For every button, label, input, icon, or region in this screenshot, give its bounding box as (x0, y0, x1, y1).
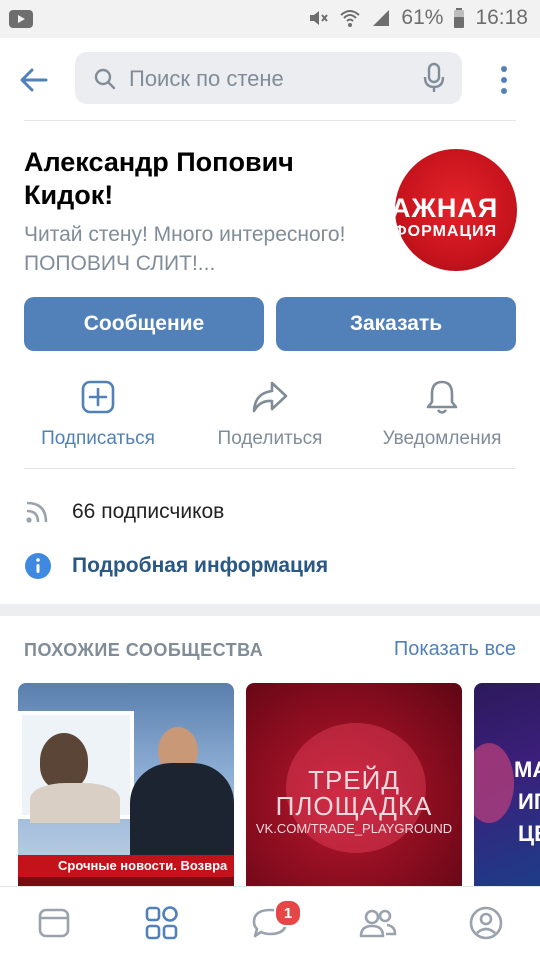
group-title: Александр Попович Кидок! (24, 147, 294, 210)
community-card[interactable]: ТРЕЙД ПЛОЩАДКА VK.COM/TRADE_PLAYGROUND (246, 683, 462, 893)
messages-tab-icon[interactable]: 1 (250, 899, 302, 943)
plus-square-icon (13, 372, 183, 422)
notifications-action[interactable]: Уведомления (357, 372, 527, 450)
battery-percent: 61% (401, 6, 444, 29)
messages-badge: 1 (274, 899, 302, 927)
subscribe-action[interactable]: Подписаться (13, 372, 183, 450)
card-banner: Срочные новости. Возвра (18, 855, 234, 877)
card-text-3: VK.COM/TRADE_PLAYGROUND (255, 821, 453, 836)
card-anchor-suit (130, 763, 234, 863)
clock: 16:18 (475, 6, 528, 29)
services-tab-icon[interactable] (142, 903, 182, 943)
show-all-link[interactable]: Показать все (394, 638, 516, 661)
search-input[interactable]: Поиск по стене (75, 52, 462, 104)
card-art (474, 743, 514, 823)
community-card[interactable]: Срочные новости. Возвра (18, 683, 234, 893)
card-text-2: ПЛОЩАДКА (275, 791, 433, 821)
group-avatar[interactable]: АЖНАЯ ФОРМАЦИЯ (395, 149, 517, 271)
similar-title: ПОХОЖИЕ СООБЩЕСТВА (24, 640, 264, 660)
divider (24, 468, 516, 469)
order-button[interactable]: Заказать (276, 297, 516, 351)
message-button[interactable]: Сообщение (24, 297, 264, 351)
search-icon (93, 67, 117, 96)
bottom-navigation: 1 (0, 886, 540, 961)
youtube-icon (8, 8, 34, 35)
share-arrow-icon (185, 372, 355, 422)
avatar-text-2: ФОРМАЦИЯ (395, 223, 498, 240)
wifi-icon (339, 7, 361, 29)
subscribers-row[interactable]: 66 подписчиков (24, 492, 224, 532)
bell-icon (357, 372, 527, 422)
friends-tab-icon[interactable] (358, 903, 398, 943)
mute-icon (307, 7, 329, 29)
microphone-icon[interactable] (422, 62, 446, 99)
card-photo (18, 711, 134, 823)
search-placeholder: Поиск по стене (129, 66, 284, 91)
avatar-text-1: АЖНАЯ (395, 193, 499, 223)
signal-icon (371, 8, 391, 28)
details-label: Подробная информация (72, 554, 329, 577)
status-bar: 61% 16:18 (0, 0, 540, 38)
card-text-1: МА (514, 757, 540, 782)
rss-icon (24, 499, 72, 525)
card-text-3: ЦЕ (518, 821, 540, 846)
more-options-icon[interactable] (496, 64, 512, 96)
back-arrow-icon[interactable] (18, 64, 50, 96)
community-card[interactable]: МА ИГ ЦЕ (474, 683, 540, 893)
card-banner-text: Срочные новости. Возвра (58, 858, 228, 873)
share-action[interactable]: Поделиться (185, 372, 355, 450)
subscribe-label: Подписаться (41, 428, 155, 449)
share-label: Поделиться (217, 428, 323, 449)
battery-icon (453, 7, 465, 29)
subscribers-count: 66 подписчиков (72, 500, 225, 523)
top-bar: Поиск по стене (0, 38, 540, 120)
info-icon (24, 552, 72, 580)
divider (24, 120, 516, 121)
profile-tab-icon[interactable] (466, 903, 506, 943)
details-link[interactable]: Подробная информация (24, 546, 328, 586)
notifications-label: Уведомления (382, 428, 502, 449)
news-tab-icon[interactable] (34, 903, 74, 943)
card-text-2: ИГ (518, 789, 540, 814)
group-status[interactable]: Читай стену! Много интересного! ПОПОВИЧ … (24, 220, 374, 278)
section-separator (0, 604, 540, 616)
